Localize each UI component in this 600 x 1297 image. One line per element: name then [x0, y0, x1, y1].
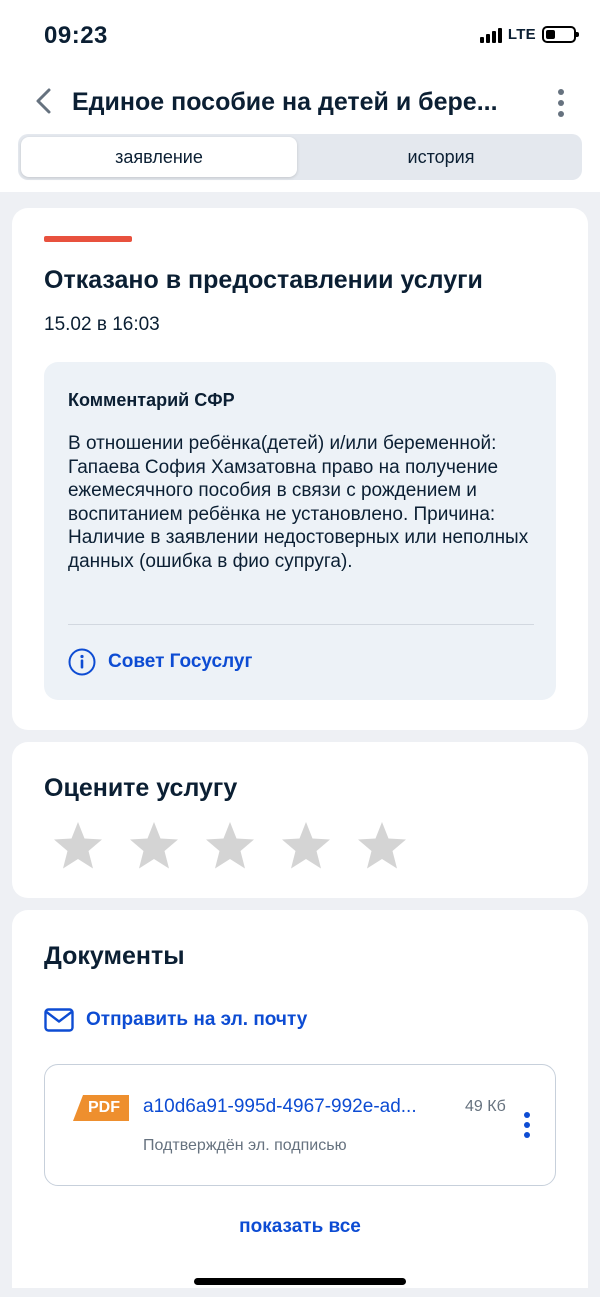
home-indicator — [194, 1278, 406, 1285]
document-item[interactable]: PDF a10d6a91-995d-4967-992e-ad... 49 Кб … — [44, 1064, 556, 1186]
dots-vertical-icon[interactable] — [556, 88, 566, 118]
star-icon[interactable] — [128, 820, 180, 872]
app-header: Единое пособие на детей и бере... — [0, 72, 600, 134]
status-bar: 09:23 LTE — [0, 0, 600, 72]
advice-link[interactable]: Совет Госуслуг — [68, 648, 252, 676]
show-all-link[interactable]: показать все — [12, 1216, 588, 1238]
comment-box: Комментарий СФР В отношении ребёнка(дете… — [44, 362, 556, 700]
battery-icon — [542, 26, 579, 43]
mail-icon — [44, 1008, 74, 1032]
document-size: 49 Кб — [465, 1098, 506, 1115]
dots-vertical-icon[interactable] — [523, 1111, 531, 1139]
documents-title: Документы — [44, 942, 185, 970]
status-date: 15.02 в 16:03 — [44, 314, 160, 335]
star-icon[interactable] — [52, 820, 104, 872]
status-accent — [44, 236, 132, 242]
star-icon[interactable] — [204, 820, 256, 872]
info-icon — [68, 648, 96, 676]
page-title: Единое пособие на детей и бере... — [72, 88, 498, 116]
send-email-label: Отправить на эл. почту — [86, 1009, 308, 1030]
pdf-type: PDF — [88, 1099, 120, 1116]
status-card: Отказано в предоставлении услуги 15.02 в… — [12, 208, 588, 730]
segmented-tabs: заявление история — [18, 134, 582, 180]
tab-application[interactable]: заявление — [21, 137, 297, 177]
comment-title: Комментарий СФР — [68, 390, 235, 410]
star-icon[interactable] — [280, 820, 332, 872]
rating-card: Оцените услугу — [12, 742, 588, 898]
divider — [68, 624, 534, 625]
send-email-link[interactable]: Отправить на эл. почту — [44, 1008, 307, 1032]
status-indicators: LTE — [479, 26, 579, 43]
comment-text: В отношении ребёнка(детей) и/или беремен… — [68, 433, 529, 572]
star-icon[interactable] — [356, 820, 408, 872]
chevron-left-icon[interactable] — [30, 86, 60, 116]
star-rating — [52, 820, 408, 872]
network-type: LTE — [507, 26, 536, 43]
status-time: 09:23 — [44, 22, 108, 49]
tab-history[interactable]: история — [303, 137, 579, 177]
pdf-badge: PDF — [73, 1095, 129, 1121]
tabs-bar: заявление история — [0, 134, 600, 192]
signal-icon — [479, 27, 502, 43]
rating-title: Оцените услугу — [44, 774, 238, 802]
document-signature-status: Подтверждён эл. подписью — [143, 1137, 347, 1154]
advice-label: Совет Госуслуг — [108, 651, 253, 672]
document-name[interactable]: a10d6a91-995d-4967-992e-ad... — [143, 1096, 455, 1118]
documents-card: Документы Отправить на эл. почту PDF a10… — [12, 910, 588, 1288]
status-title: Отказано в предоставлении услуги — [44, 266, 483, 294]
